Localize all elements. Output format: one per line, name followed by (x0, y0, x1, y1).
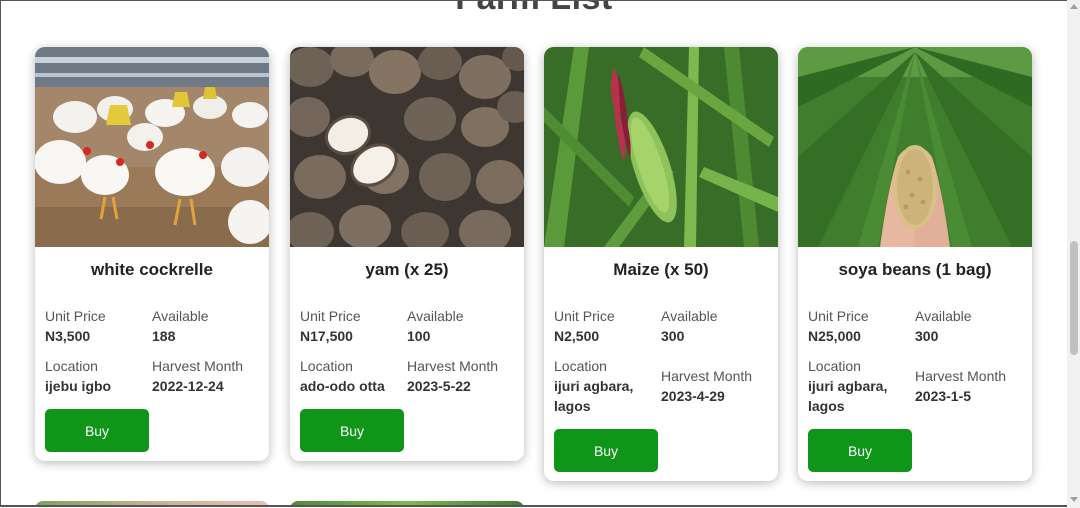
harvest-month-value: 2023-1-5 (915, 388, 972, 404)
available-label: Available (407, 308, 464, 324)
product-card: white cockrelle Unit Price N3,500 Availa… (35, 47, 269, 461)
location-label: Location (45, 358, 98, 374)
scrollbar-thumb[interactable] (1070, 241, 1078, 355)
maize-photo (544, 47, 778, 247)
unit-price-label: Unit Price (554, 308, 615, 324)
unit-price-value: N25,000 (808, 328, 861, 344)
harvest-month-value: 2023-4-29 (661, 388, 725, 404)
harvest-month-value: 2022-12-24 (152, 378, 224, 394)
next-card-peek (290, 501, 524, 505)
location-label: Location (808, 358, 861, 374)
available-label: Available (915, 308, 972, 324)
location-label: Location (554, 358, 607, 374)
location-value: ijebu igbo (45, 378, 112, 394)
available-value: 300 (915, 328, 939, 344)
buy-button[interactable]: Buy (300, 409, 404, 452)
unit-price-value: N3,500 (45, 328, 91, 344)
available-value: 188 (152, 328, 176, 344)
product-card: Maize (x 50) Unit Price N2,500 Available… (544, 47, 778, 481)
location-value: ijuri agbara, lagos (808, 378, 888, 414)
available-label: Available (661, 308, 718, 324)
product-name: yam (x 25) (365, 260, 449, 279)
product-card: soya beans (1 bag) Unit Price N25,000 Av… (798, 47, 1032, 481)
unit-price-label: Unit Price (300, 308, 361, 324)
product-name: soya beans (1 bag) (838, 260, 992, 279)
harvest-month-label: Harvest Month (915, 368, 1007, 384)
soya-field-photo (798, 47, 1032, 247)
location-value: ado-odo otta (300, 378, 385, 394)
product-name: Maize (x 50) (613, 260, 709, 279)
unit-price-label: Unit Price (808, 308, 869, 324)
app-frame: Farm List (0, 0, 1067, 507)
yam-photo (290, 47, 524, 247)
harvest-month-label: Harvest Month (152, 358, 244, 374)
buy-button[interactable]: Buy (808, 429, 912, 472)
scroll-up-arrow-icon[interactable] (1070, 4, 1078, 9)
product-name: white cockrelle (91, 260, 213, 279)
product-card: yam (x 25) Unit Price N17,500 Available … (290, 47, 524, 461)
next-card-peek (35, 501, 269, 505)
unit-price-value: N2,500 (554, 328, 600, 344)
chickens-photo (35, 47, 269, 247)
location-label: Location (300, 358, 353, 374)
buy-button[interactable]: Buy (554, 429, 658, 472)
buy-button[interactable]: Buy (45, 409, 149, 452)
harvest-month-label: Harvest Month (661, 368, 753, 384)
available-value: 100 (407, 328, 431, 344)
page-title: Farm List (1, 1, 1067, 18)
harvest-month-value: 2023-5-22 (407, 378, 471, 394)
unit-price-value: N17,500 (300, 328, 353, 344)
scroll-down-arrow-icon[interactable] (1070, 497, 1078, 502)
unit-price-label: Unit Price (45, 308, 106, 324)
location-value: ijuri agbara, lagos (554, 378, 634, 414)
harvest-month-label: Harvest Month (407, 358, 499, 374)
available-value: 300 (661, 328, 685, 344)
scrollbar[interactable] (1067, 0, 1080, 508)
available-label: Available (152, 308, 209, 324)
